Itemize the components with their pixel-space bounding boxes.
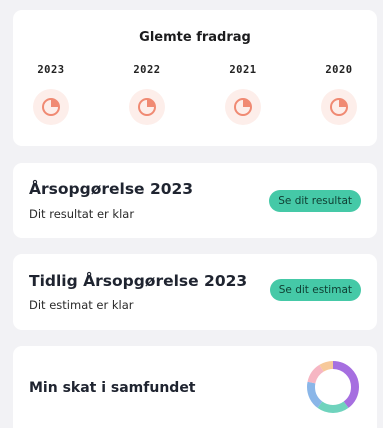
early-statement-card[interactable]: Tidlig Årsopgørelse 2023 Dit estimat er …	[13, 254, 377, 330]
see-estimate-button[interactable]: Se dit estimat	[269, 279, 361, 301]
forgotten-deductions-card: Glemte fradrag 2023 2022 2021 2020	[13, 10, 377, 146]
forgotten-deductions-title: Glemte fradrag	[139, 30, 251, 45]
donut-chart-icon	[307, 361, 359, 413]
pie-chart-icon	[33, 89, 69, 125]
annual-statement-title: Årsopgørelse 2023	[29, 180, 194, 198]
year-label: 2022	[133, 64, 161, 76]
early-statement-subtitle: Dit estimat er klar	[29, 298, 134, 312]
deduction-year-2023[interactable]: 2023	[21, 64, 81, 125]
deduction-year-2022[interactable]: 2022	[117, 64, 177, 125]
pie-chart-icon	[129, 89, 165, 125]
pie-chart-icon	[225, 89, 261, 125]
year-label: 2020	[325, 64, 353, 76]
see-result-button[interactable]: Se dit resultat	[269, 190, 361, 212]
deduction-year-2021[interactable]: 2021	[213, 64, 273, 125]
year-label: 2021	[229, 64, 257, 76]
tax-in-society-card[interactable]: Min skat i samfundet	[13, 346, 377, 428]
early-statement-title: Tidlig Årsopgørelse 2023	[29, 272, 248, 290]
annual-statement-subtitle: Dit resultat er klar	[29, 207, 135, 221]
pie-chart-icon	[321, 89, 357, 125]
annual-statement-card[interactable]: Årsopgørelse 2023 Dit resultat er klar S…	[13, 163, 377, 238]
year-label: 2023	[37, 64, 65, 76]
deduction-year-2020[interactable]: 2020	[309, 64, 369, 125]
tax-in-society-title: Min skat i samfundet	[29, 380, 196, 396]
